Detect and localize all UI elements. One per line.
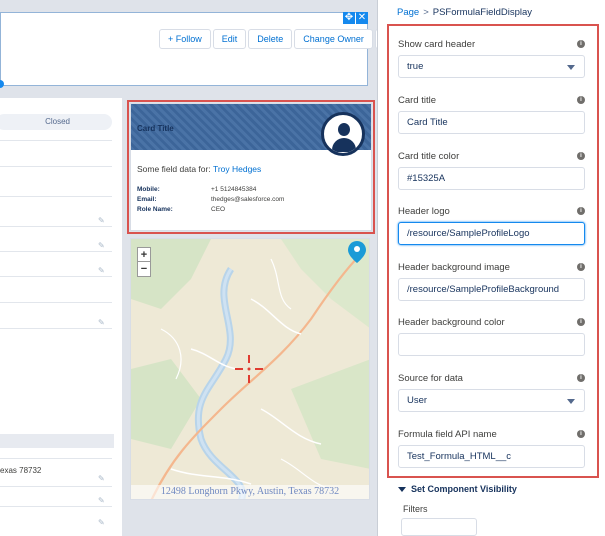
section-header <box>0 434 114 448</box>
filters-label: Filters <box>403 504 428 514</box>
chevron-down-icon[interactable]: ▼ <box>374 29 377 49</box>
formula-field-api-name-input[interactable]: Test_Formula_HTML__c <box>398 445 585 468</box>
source-for-data-select[interactable]: User <box>398 389 585 412</box>
builder-canvas: ✥ ✕ + Follow Edit Delete Change Owner ▼ … <box>0 0 378 536</box>
pencil-icon[interactable]: ✎ <box>98 266 106 275</box>
prop-label-header-logo: Header logo <box>398 206 450 217</box>
resize-handle-bottom[interactable] <box>0 80 4 88</box>
card-title-input[interactable]: Card Title <box>398 111 585 134</box>
card-highlight <box>127 100 375 234</box>
section-title: Set Component Visibility <box>411 484 517 494</box>
prop-label-card-title-color: Card title color <box>398 151 460 162</box>
divider <box>0 276 112 277</box>
chevron-down-icon <box>567 399 575 404</box>
card-title-color-input[interactable]: #15325A <box>398 167 585 190</box>
prop-label-header-background-color: Header background color <box>398 317 505 328</box>
header-background-image-input[interactable]: /resource/SampleProfileBackground <box>398 278 585 301</box>
change-owner-button[interactable]: Change Owner <box>294 29 373 49</box>
divider <box>0 302 112 303</box>
info-icon[interactable]: i <box>577 318 585 326</box>
breadcrumb-separator: > <box>423 7 429 18</box>
prop-label-source-for-data: Source for data <box>398 373 463 384</box>
prop-label-formula-field-api-name: Formula field API name <box>398 429 497 440</box>
pencil-icon[interactable]: ✎ <box>98 474 106 483</box>
info-icon[interactable]: i <box>577 96 585 104</box>
divider <box>0 196 112 197</box>
chevron-down-icon <box>398 487 406 493</box>
divider <box>0 140 112 141</box>
component-visibility-section[interactable]: Set Component Visibility <box>398 484 517 494</box>
follow-button[interactable]: + Follow <box>159 29 211 49</box>
header-logo-input[interactable]: /resource/SampleProfileLogo <box>398 222 585 245</box>
prop-label-show-card-header: Show card header <box>398 39 476 50</box>
divider <box>0 506 112 507</box>
pencil-icon[interactable]: ✎ <box>98 241 106 250</box>
move-icon[interactable]: ✥ <box>343 12 355 24</box>
divider <box>0 486 112 487</box>
delete-button[interactable]: Delete <box>248 29 293 49</box>
divider <box>0 328 112 329</box>
pencil-icon[interactable]: ✎ <box>98 496 106 505</box>
divider <box>0 226 112 227</box>
map-component[interactable]: + − 12498 Longhorn Pkwy, Austin, Texas 7… <box>130 238 370 500</box>
header-actions: + Follow Edit Delete Change Owner ▼ <box>159 29 377 49</box>
edit-button[interactable]: Edit <box>212 29 247 49</box>
remove-icon[interactable]: ✕ <box>356 12 368 24</box>
info-icon[interactable]: i <box>577 374 585 382</box>
map-zoom-control: + − <box>137 247 151 277</box>
pencil-icon[interactable]: ✎ <box>98 518 106 527</box>
divider <box>0 458 112 459</box>
zoom-out-button[interactable]: − <box>138 262 150 276</box>
info-icon[interactable]: i <box>577 152 585 160</box>
record-header-component[interactable]: ✥ ✕ + Follow Edit Delete Change Owner ▼ <box>0 12 377 86</box>
info-icon[interactable]: i <box>577 40 585 48</box>
chevron-down-icon <box>567 65 575 70</box>
select-value: User <box>407 395 428 406</box>
header-background-color-input[interactable] <box>398 333 585 356</box>
component-controls: ✥ ✕ <box>342 12 368 24</box>
breadcrumb: Page > PSFormulaFieldDisplay <box>397 7 532 18</box>
pencil-icon[interactable]: ✎ <box>98 318 106 327</box>
select-value: true <box>407 61 424 72</box>
info-icon[interactable]: i <box>577 430 585 438</box>
breadcrumb-current: PSFormulaFieldDisplay <box>432 7 533 18</box>
prop-label-header-background-image: Header background image <box>398 262 510 273</box>
divider <box>0 251 112 252</box>
prop-label-card-title: Card title <box>398 95 437 106</box>
info-icon[interactable]: i <box>577 263 585 271</box>
info-icon[interactable]: i <box>577 207 585 215</box>
divider <box>0 166 112 167</box>
map-terrain <box>131 239 369 499</box>
path-component: Closed <box>0 114 114 130</box>
filters-box[interactable] <box>401 518 477 536</box>
pencil-icon[interactable]: ✎ <box>98 216 106 225</box>
address-fragment: exas 78732 <box>0 466 42 475</box>
breadcrumb-page-link[interactable]: Page <box>397 7 419 18</box>
path-stage-closed[interactable]: Closed <box>0 114 112 130</box>
show-card-header-select[interactable]: true <box>398 55 585 78</box>
zoom-in-button[interactable]: + <box>138 248 150 262</box>
map-address: 12498 Longhorn Pkwy, Austin, Texas 78732 <box>131 485 369 499</box>
